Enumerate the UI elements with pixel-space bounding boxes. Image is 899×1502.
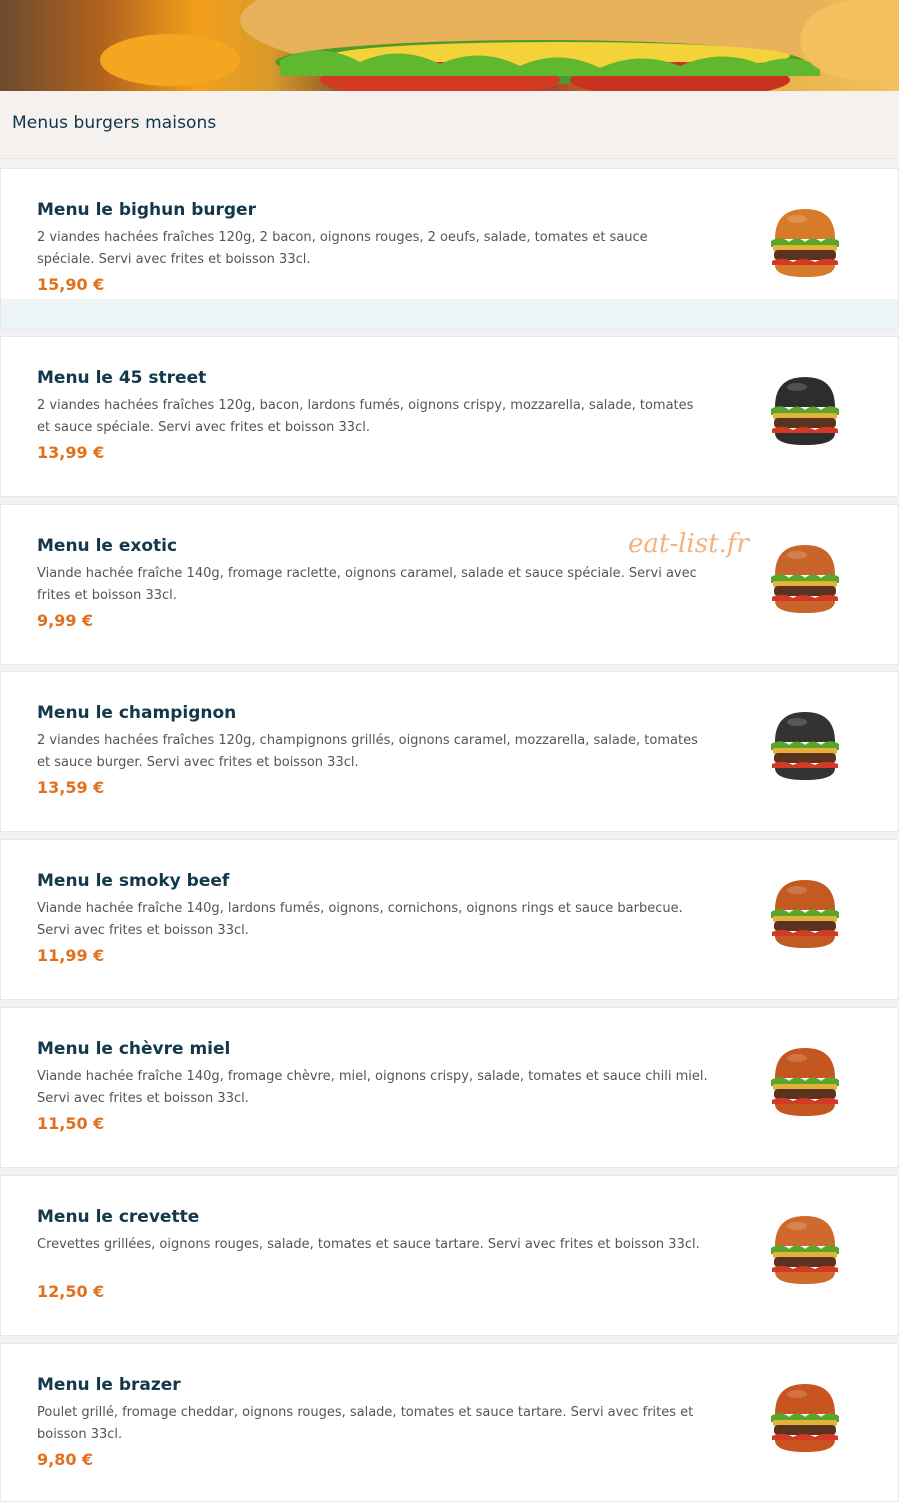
menu-item-name: Menu le smoky beef [37,871,230,891]
menu-item-card[interactable]: Menu le crevette Crevettes grillées, oign… [0,1175,899,1336]
watermark: eat-list.fr [628,529,749,559]
menu-item-description: Crevettes grillées, oignons rouges, sala… [37,1237,700,1252]
menu-item-price: 13,59 € [37,778,105,797]
menu-item-name: Menu le crevette [37,1207,200,1227]
menu-item-price: 12,50 € [37,1282,105,1301]
menu-item-description: 2 viandes hachées fraîches 120g, champig… [37,733,698,770]
burger-photo [771,712,839,780]
menu-item-card[interactable]: Menu le brazer Poulet grillé, fromage che… [0,1343,899,1502]
menu-item-card[interactable]: Menu le champignon 2 viandes hachées fraî… [0,671,899,832]
menu-item-price: 9,99 € [37,611,94,630]
burger-photo [771,1216,839,1284]
menu-item-price: 11,50 € [37,1114,105,1133]
burger-photo [771,209,839,277]
menu-item-name: Menu le champignon [37,703,237,723]
section-header: Menus burgers maisons [0,91,899,159]
section-title: Menus burgers maisons [12,113,217,133]
menu-item-description: 2 viandes hachées fraîches 120g, bacon, … [37,398,694,435]
menu-item-price: 15,90 € [37,275,105,294]
menu-item-card[interactable]: Menu le chèvre miel Viande hachée fraîche… [0,1007,899,1168]
hero-banner-image [0,0,899,91]
burger-photo [771,880,839,948]
menu-item-name: Menu le chèvre miel [37,1039,231,1059]
menu-item-name: Menu le 45 street [37,368,207,388]
menu-item-description: 2 viandes hachées fraîches 120g, 2 bacon… [37,230,648,267]
burger-photo [771,1384,839,1452]
menu-item-description: Poulet grillé, fromage cheddar, oignons … [37,1405,694,1442]
menu-item-card[interactable]: Menu le 45 street 2 viandes hachées fraîc… [0,336,899,497]
menu-item-card[interactable]: Menu le bighun burger 2 viandes hachées f… [0,168,899,330]
menu-item-name: Menu le bighun burger [37,200,256,220]
menu-item-name: Menu le brazer [37,1375,181,1395]
menu-item-description: Viande hachée fraîche 140g, fromage chèv… [37,1069,708,1106]
menu-item-price: 11,99 € [37,946,105,965]
menu-item-description: Viande hachée fraîche 140g, lardons fumé… [37,901,683,938]
burger-photo [771,545,839,613]
menu-item-card[interactable]: Menu le exotic Viande hachée fraîche 140g… [0,504,899,665]
menu-item-name: Menu le exotic [37,536,178,556]
burger-photo [771,1048,839,1116]
menu-item-description: Viande hachée fraîche 140g, fromage racl… [37,566,697,603]
burger-photo [771,377,839,445]
menu-item-price: 9,80 € [37,1450,94,1469]
menu-item-card[interactable]: Menu le smoky beef Viande hachée fraîche … [0,839,899,1000]
menu-item-price: 13,99 € [37,443,105,462]
